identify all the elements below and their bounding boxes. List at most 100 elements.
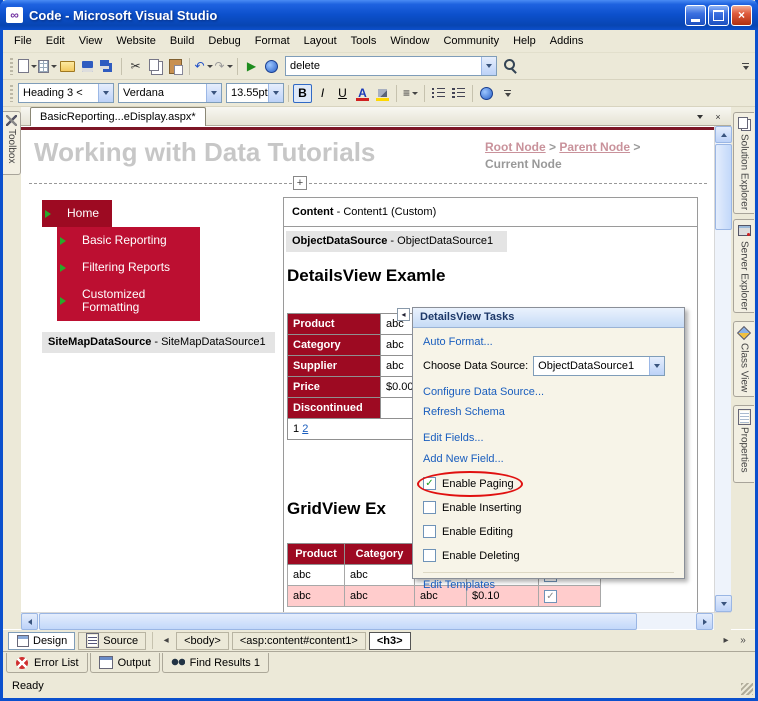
- tag-h3[interactable]: <h3>: [368, 631, 411, 650]
- numbered-list-icon[interactable]: [429, 84, 448, 103]
- enable-inserting-checkbox[interactable]: [423, 501, 436, 514]
- minimize-button[interactable]: [685, 4, 706, 26]
- toolbar-overflow-icon[interactable]: [739, 57, 752, 76]
- find-results-tab[interactable]: Find Results 1: [161, 653, 269, 673]
- menu-community[interactable]: Community: [436, 32, 506, 50]
- toolbox-tab[interactable]: Toolbox: [3, 111, 21, 175]
- paste-icon[interactable]: [166, 57, 185, 76]
- design-tab[interactable]: Design: [8, 631, 76, 650]
- copy-icon[interactable]: [146, 57, 165, 76]
- properties-tab[interactable]: Properties: [733, 405, 754, 483]
- menu-build[interactable]: Build: [163, 32, 201, 50]
- nav-menu-filtering-reports[interactable]: Filtering Reports: [57, 254, 200, 281]
- menu-website[interactable]: Website: [109, 32, 163, 50]
- error-list-tab[interactable]: Error List: [6, 653, 88, 673]
- solution-explorer-tab[interactable]: Solution Explorer: [733, 112, 754, 214]
- enable-editing-checkbox[interactable]: [423, 525, 436, 538]
- menu-window[interactable]: Window: [383, 32, 436, 50]
- vertical-scrollbar[interactable]: [714, 126, 732, 612]
- vertical-scroll-thumb[interactable]: [715, 144, 732, 230]
- design-surface[interactable]: Working with Data Tutorials Root Node > …: [21, 126, 714, 612]
- open-file-icon[interactable]: [58, 57, 77, 76]
- scroll-up-icon[interactable]: [715, 126, 732, 143]
- menu-layout[interactable]: Layout: [297, 32, 344, 50]
- underline-button[interactable]: U: [333, 84, 352, 103]
- block-format-combobox[interactable]: Heading 3 <: [18, 83, 114, 103]
- menu-file[interactable]: File: [7, 32, 39, 50]
- configure-data-source-link[interactable]: Configure Data Source...: [423, 385, 674, 399]
- hyperlink-icon[interactable]: [477, 84, 496, 103]
- highlight-color-icon[interactable]: [373, 84, 392, 103]
- smart-tag-button[interactable]: ◂: [397, 308, 410, 321]
- menu-help[interactable]: Help: [506, 32, 543, 50]
- breadcrumb-root-link[interactable]: Root Node: [485, 140, 546, 154]
- bold-button[interactable]: B: [293, 83, 312, 103]
- menu-format[interactable]: Format: [248, 32, 297, 50]
- scroll-down-icon[interactable]: [715, 595, 732, 612]
- move-handle-icon[interactable]: +: [293, 176, 307, 190]
- close-button[interactable]: ×: [731, 4, 752, 26]
- edit-templates-link[interactable]: Edit Templates: [423, 578, 674, 592]
- save-icon[interactable]: [78, 57, 97, 76]
- output-tab[interactable]: Output: [89, 653, 160, 673]
- toolbar-grip[interactable]: [10, 57, 13, 75]
- tag-nav-next-icon[interactable]: ▸: [719, 633, 733, 649]
- pager-page-2-link[interactable]: 2: [302, 423, 308, 435]
- sitemapdatasource-control[interactable]: SiteMapDataSource - SiteMapDataSource1: [42, 332, 275, 353]
- undo-icon[interactable]: ↶: [194, 57, 213, 76]
- enable-paging-checkbox[interactable]: ✓: [423, 477, 436, 490]
- dropdown-arrow-icon[interactable]: [481, 57, 496, 75]
- find-in-files-icon[interactable]: [501, 57, 520, 76]
- refresh-schema-link[interactable]: Refresh Schema: [423, 405, 674, 419]
- titlebar[interactable]: ∞ Code - Microsoft Visual Studio ×: [0, 0, 758, 30]
- toolbar-grip[interactable]: [10, 84, 13, 102]
- add-new-field-link[interactable]: Add New Field...: [423, 452, 674, 466]
- menu-tools[interactable]: Tools: [344, 32, 384, 50]
- toolbar-overflow-icon[interactable]: [501, 84, 514, 103]
- add-item-icon[interactable]: [38, 57, 57, 76]
- nav-menu-home[interactable]: Home: [42, 200, 112, 227]
- edit-fields-link[interactable]: Edit Fields...: [423, 431, 674, 445]
- nav-menu-customized-formatting[interactable]: Customized Formatting: [57, 281, 200, 321]
- tag-body[interactable]: <body>: [176, 631, 229, 650]
- active-files-dropdown-icon[interactable]: [693, 110, 707, 124]
- restore-button[interactable]: [708, 4, 729, 26]
- source-tab[interactable]: Source: [78, 631, 147, 650]
- scroll-right-icon[interactable]: [696, 613, 713, 630]
- browse-icon[interactable]: [262, 57, 281, 76]
- font-size-combobox[interactable]: 13.55pt: [226, 83, 284, 103]
- save-all-icon[interactable]: [98, 57, 117, 76]
- italic-button[interactable]: I: [313, 84, 332, 103]
- data-source-combobox[interactable]: ObjectDataSource1: [533, 356, 666, 376]
- tag-asp-content[interactable]: <asp:content#content1>: [231, 631, 366, 650]
- class-view-tab[interactable]: Class View: [733, 321, 754, 397]
- tag-nav-overflow-icon[interactable]: »: [736, 633, 750, 649]
- menu-view[interactable]: View: [72, 32, 110, 50]
- new-file-icon[interactable]: [18, 57, 37, 76]
- enable-deleting-checkbox[interactable]: [423, 549, 436, 562]
- document-tab[interactable]: BasicReporting...eDisplay.aspx*: [30, 107, 206, 126]
- dropdown-arrow-icon[interactable]: [98, 84, 113, 102]
- close-document-icon[interactable]: ×: [711, 110, 725, 124]
- start-debug-icon[interactable]: ▶: [242, 57, 261, 76]
- menu-addins[interactable]: Addins: [543, 32, 591, 50]
- auto-format-link[interactable]: Auto Format...: [423, 335, 674, 349]
- nav-menu-basic-reporting[interactable]: Basic Reporting: [57, 227, 200, 254]
- tag-nav-previous-icon[interactable]: ◂: [159, 633, 173, 649]
- objectdatasource-control[interactable]: ObjectDataSource - ObjectDataSource1: [286, 231, 507, 252]
- menu-debug[interactable]: Debug: [201, 32, 247, 50]
- dropdown-arrow-icon[interactable]: [206, 84, 221, 102]
- alignment-icon[interactable]: ≡: [401, 84, 420, 103]
- font-name-combobox[interactable]: Verdana: [118, 83, 222, 103]
- horizontal-scrollbar[interactable]: [21, 612, 731, 630]
- find-combobox[interactable]: delete: [285, 56, 497, 76]
- dropdown-arrow-icon[interactable]: [268, 84, 283, 102]
- breadcrumb-parent-link[interactable]: Parent Node: [559, 140, 630, 154]
- server-explorer-tab[interactable]: Server Explorer: [733, 219, 754, 313]
- bullet-list-icon[interactable]: [449, 84, 468, 103]
- redo-icon[interactable]: ↷: [214, 57, 233, 76]
- dropdown-arrow-icon[interactable]: [649, 357, 665, 375]
- horizontal-scroll-thumb[interactable]: [39, 613, 637, 630]
- cut-icon[interactable]: ✂: [126, 57, 145, 76]
- scroll-left-icon[interactable]: [21, 613, 38, 630]
